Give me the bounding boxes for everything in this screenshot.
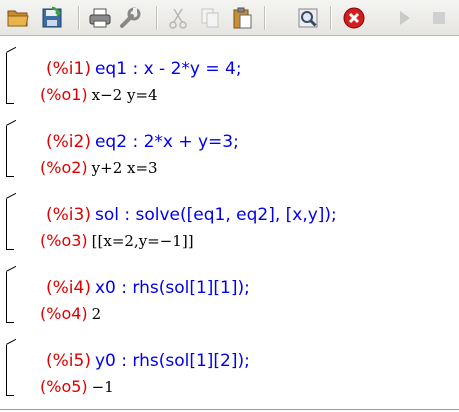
stop-icon xyxy=(433,12,445,24)
input-code[interactable]: y0 : rhs(sol[1][2]); xyxy=(95,351,250,371)
cell-bracket[interactable] xyxy=(6,345,14,396)
output-math: 2 xyxy=(91,305,102,323)
open-folder-icon xyxy=(7,10,29,27)
find-icon xyxy=(298,8,318,28)
open-button[interactable] xyxy=(4,4,32,32)
output-line: (%o5) −1 xyxy=(40,377,114,397)
output-label: (%o5) xyxy=(40,377,88,396)
cell-bracket[interactable] xyxy=(6,199,14,250)
cut-icon xyxy=(169,8,187,29)
input-line[interactable]: (%i5) y0 : rhs(sol[1][2]); xyxy=(46,351,250,371)
output-label: (%o3) xyxy=(40,231,88,250)
input-code[interactable]: x0 : rhs(sol[1][1]); xyxy=(95,278,250,298)
interrupt-button[interactable] xyxy=(340,4,368,32)
output-line: (%o4) 2 xyxy=(40,304,101,324)
find-button[interactable] xyxy=(294,4,322,32)
toolbar-separator xyxy=(330,6,332,30)
input-label: (%i3) xyxy=(46,205,91,225)
output-line: (%o1) x−2 y=4 xyxy=(40,85,158,105)
toolbar-separator xyxy=(264,6,266,30)
configure-button[interactable] xyxy=(116,4,144,32)
cut-button[interactable] xyxy=(164,4,192,32)
input-line[interactable]: (%i3) sol : solve([eq1, eq2], [x,y]); xyxy=(46,205,337,225)
interrupt-icon xyxy=(343,7,365,29)
output-label: (%o4) xyxy=(40,304,88,323)
worksheet[interactable]: (%i1) eq1 : x - 2*y = 4; (%o1) x−2 y=4 (%i… xyxy=(0,37,459,412)
output-math: [[x=2,y=−1]] xyxy=(91,232,194,250)
input-label: (%i2) xyxy=(46,132,91,152)
copy-button[interactable] xyxy=(196,4,224,32)
input-code[interactable]: eq2 : 2*x + y=3; xyxy=(95,132,239,152)
cell-bracket[interactable] xyxy=(6,126,14,177)
output-label: (%o2) xyxy=(40,158,88,177)
print-button[interactable] xyxy=(86,4,114,32)
cell-5[interactable]: (%i5) y0 : rhs(sol[1][2]); (%o5) −1 xyxy=(0,341,459,405)
input-code[interactable]: eq1 : x - 2*y = 4; xyxy=(95,59,242,79)
output-line: (%o2) y+2 x=3 xyxy=(40,158,158,178)
cell-4[interactable]: (%i4) x0 : rhs(sol[1][1]); (%o4) 2 xyxy=(0,268,459,332)
toolbar-separator xyxy=(156,6,158,30)
output-label: (%o1) xyxy=(40,85,88,104)
toolbar xyxy=(0,0,459,36)
input-label: (%i1) xyxy=(46,59,91,79)
toolbar-separator xyxy=(78,6,80,30)
print-icon xyxy=(89,8,111,28)
cell-bracket[interactable] xyxy=(6,53,14,104)
input-line[interactable]: (%i4) x0 : rhs(sol[1][1]); xyxy=(46,278,250,298)
output-math: y+2 x=3 xyxy=(91,159,158,177)
cell-2[interactable]: (%i2) eq2 : 2*x + y=3; (%o2) y+2 x=3 xyxy=(0,122,459,186)
play-icon xyxy=(400,11,410,25)
bottom-border xyxy=(0,409,459,410)
output-math: −1 xyxy=(91,378,114,396)
input-code[interactable]: sol : solve([eq1, eq2], [x,y]); xyxy=(95,205,337,225)
play-button[interactable] xyxy=(390,4,418,32)
paste-button[interactable] xyxy=(228,4,256,32)
input-line[interactable]: (%i1) eq1 : x - 2*y = 4; xyxy=(46,59,242,79)
save-button[interactable] xyxy=(38,4,66,32)
output-line: (%o3) [[x=2,y=−1]] xyxy=(40,231,194,251)
configure-icon xyxy=(120,7,141,28)
save-icon xyxy=(42,6,62,28)
input-label: (%i5) xyxy=(46,351,91,371)
cell-1[interactable]: (%i1) eq1 : x - 2*y = 4; (%o1) x−2 y=4 xyxy=(0,49,459,113)
cell-3[interactable]: (%i3) sol : solve([eq1, eq2], [x,y]); (%o… xyxy=(0,195,459,259)
input-label: (%i4) xyxy=(46,278,91,298)
copy-icon xyxy=(201,8,219,28)
cell-bracket[interactable] xyxy=(6,272,14,323)
stop-button[interactable] xyxy=(425,4,453,32)
input-line[interactable]: (%i2) eq2 : 2*x + y=3; xyxy=(46,132,239,152)
paste-icon xyxy=(233,7,252,29)
output-math: x−2 y=4 xyxy=(91,86,158,104)
